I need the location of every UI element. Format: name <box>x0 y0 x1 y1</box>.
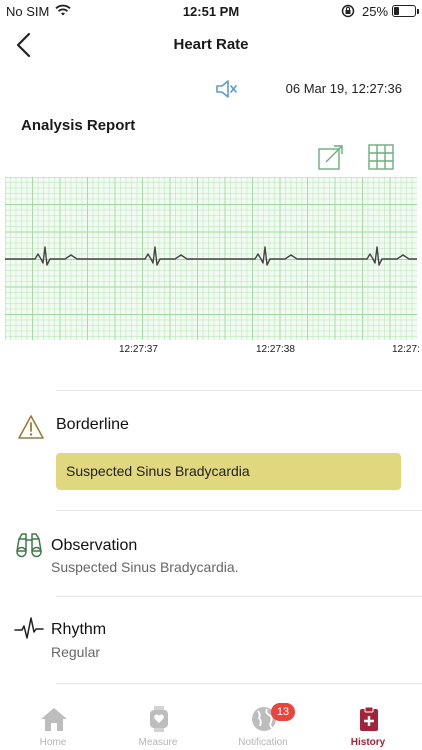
battery-fill <box>394 7 399 15</box>
status-bar: No SIM 12:51 PM 25% <box>0 0 422 22</box>
tab-history-label: History <box>350 737 386 748</box>
ecg-strip <box>5 177 417 340</box>
ecg-time-label: 12:27:37 <box>119 344 158 355</box>
borderline-label: Borderline <box>56 416 129 433</box>
section-title: Analysis Report <box>21 117 136 134</box>
tab-home-label: Home <box>39 737 67 748</box>
divider <box>56 683 422 684</box>
rhythm-label: Rhythm <box>51 621 107 638</box>
tab-bar: Home Measure Notification History <box>0 700 422 750</box>
tab-history[interactable]: History <box>318 700 418 750</box>
binoculars-icon <box>16 533 42 558</box>
battery-percent: 25% <box>362 4 389 19</box>
divider <box>56 596 422 597</box>
speaker-icon[interactable] <box>214 78 240 100</box>
nav-bar: Heart Rate <box>0 22 422 66</box>
home-icon <box>41 708 67 731</box>
divider <box>56 510 422 511</box>
orientation-lock-icon <box>341 4 355 18</box>
borderline-detail-box: Suspected Sinus Bradycardia <box>56 453 401 490</box>
pulse-icon <box>14 617 44 639</box>
notification-badge: 13 <box>271 703 295 721</box>
clock: 12:51 PM <box>182 4 240 19</box>
tab-home[interactable]: Home <box>3 700 103 750</box>
observation-value: Suspected Sinus Bradycardia. <box>51 559 239 575</box>
rhythm-value: Regular <box>51 644 101 660</box>
battery-icon <box>392 5 419 17</box>
page-title: Heart Rate <box>173 36 249 53</box>
ecg-time-label: 12:27:38 <box>256 344 295 355</box>
tab-measure-label: Measure <box>138 737 178 748</box>
borderline-detail: Suspected Sinus Bradycardia <box>66 463 250 479</box>
clipboard-medical-icon <box>360 706 378 731</box>
expand-icon[interactable] <box>318 144 344 170</box>
warning-icon <box>18 415 44 439</box>
ecg-time-label: 12:27: <box>392 344 420 355</box>
observation-label: Observation <box>51 537 138 554</box>
ecg-time-axis: 12:27:37 12:27:38 12:27: <box>0 344 422 360</box>
tab-notification[interactable]: Notification <box>213 700 313 750</box>
divider <box>56 390 422 391</box>
smartwatch-icon <box>150 706 168 732</box>
tab-notification-label: Notification <box>238 737 288 748</box>
tab-measure[interactable]: Measure <box>108 700 208 750</box>
grid-icon[interactable] <box>368 144 394 170</box>
record-header: 06 Mar 19, 12:27:36 <box>0 76 422 104</box>
record-timestamp: 06 Mar 19, 12:27:36 <box>285 81 402 96</box>
